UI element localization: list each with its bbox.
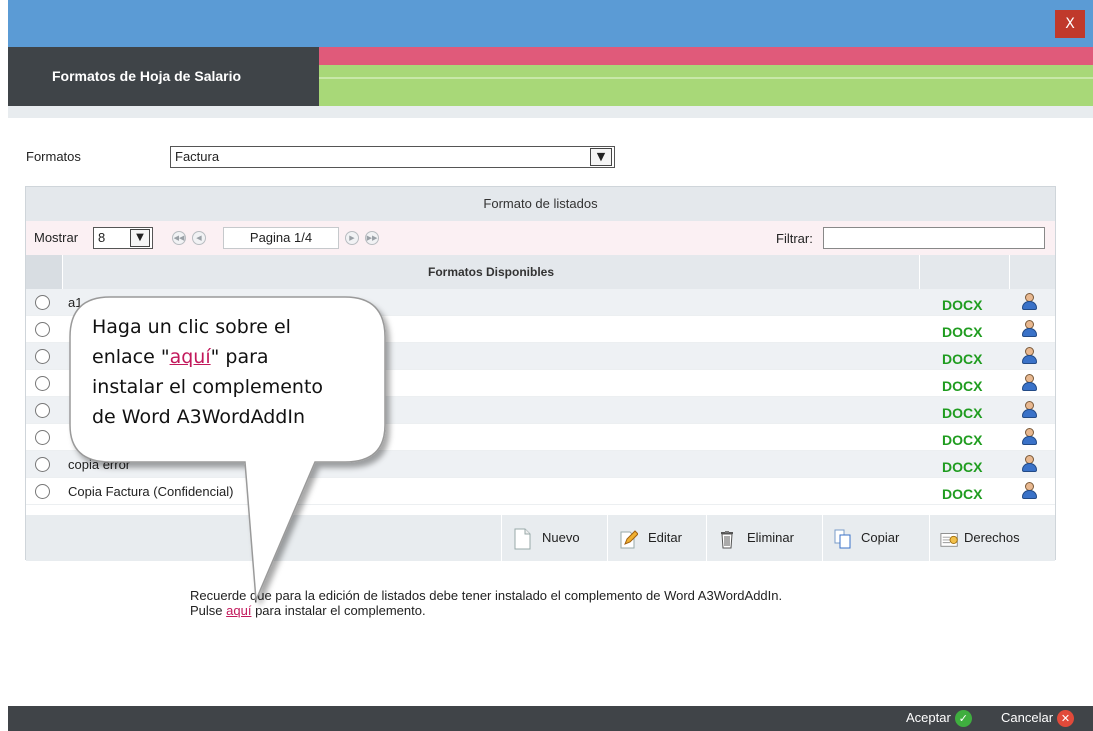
table-header: Formatos Disponibles [26, 255, 1055, 289]
mostrar-label: Mostrar [34, 230, 79, 245]
table-row[interactable]: Copia Factura (Confidencial) DOCX [26, 478, 1055, 505]
editar-button[interactable]: Editar [607, 515, 706, 561]
derechos-label: Derechos [964, 530, 1020, 545]
page-indicator: Pagina 1/4 [223, 227, 339, 249]
row-radio[interactable] [35, 295, 50, 310]
note-line-1: Recuerde que para la edición de listados… [190, 588, 783, 603]
title-bar: X [8, 0, 1093, 47]
copiar-button[interactable]: Copiar [822, 515, 929, 561]
check-icon: ✓ [954, 710, 972, 728]
copiar-label: Copiar [861, 530, 900, 545]
docx-badge[interactable]: DOCX [942, 378, 982, 394]
prev-page-icon[interactable]: ◀ [192, 231, 206, 245]
formatos-label: Formatos [26, 149, 81, 164]
eliminar-button[interactable]: Eliminar [706, 515, 822, 561]
row-radio[interactable] [35, 349, 50, 364]
nuevo-label: Nuevo [542, 530, 580, 545]
docx-badge[interactable]: DOCX [942, 324, 982, 340]
callout-text: Haga un clic sobre el enlace "aquí" para… [92, 316, 324, 428]
last-page-icon[interactable]: ▶▶ [365, 231, 379, 245]
row-name: Copia Factura (Confidencial) [68, 484, 234, 499]
row-name: a1 [68, 295, 83, 310]
permissions-icon [940, 533, 958, 547]
user-icon[interactable] [1021, 482, 1037, 500]
table-row[interactable]: copia error DOCX [26, 451, 1055, 478]
nuevo-button[interactable]: Nuevo [501, 515, 607, 561]
pencil-icon [620, 530, 638, 549]
docx-badge[interactable]: DOCX [942, 432, 982, 448]
page-size-select[interactable]: 8 ▼ [93, 227, 153, 249]
row-radio[interactable] [35, 322, 50, 337]
docx-badge[interactable]: DOCX [942, 405, 982, 421]
action-bar: Nuevo Editar Eliminar Copiar Derechos [26, 515, 1055, 561]
row-radio[interactable] [35, 430, 50, 445]
dialog-window: X Formatos de Hoja de Salario Formatos F… [0, 0, 1093, 731]
docx-badge[interactable]: DOCX [942, 486, 982, 502]
row-radio[interactable] [35, 403, 50, 418]
first-page-icon[interactable]: ◀◀ [172, 231, 186, 245]
addin-note: Recuerde que para la edición de listados… [190, 588, 782, 618]
user-icon[interactable] [1021, 320, 1037, 338]
filtrar-label: Filtrar: [776, 231, 813, 246]
row-name: copia error [68, 457, 131, 472]
user-icon[interactable] [1021, 374, 1037, 392]
row-radio[interactable] [35, 457, 50, 472]
user-icon[interactable] [1021, 455, 1037, 473]
page-size-value: 8 [98, 230, 106, 245]
header-stripe-pink [319, 47, 1093, 65]
page-title: Formatos de Hoja de Salario [8, 47, 319, 106]
user-icon[interactable] [1021, 293, 1037, 311]
column-header-formatos: Formatos Disponibles [62, 255, 920, 289]
next-page-icon[interactable]: ▶ [345, 231, 359, 245]
row-radio[interactable] [35, 484, 50, 499]
footer-bar: Aceptar ✓ Cancelar ✕ [8, 706, 1093, 731]
panel-title: Formato de listados [26, 187, 1055, 221]
callout-aqui-link: aquí [169, 346, 211, 368]
accept-button[interactable]: Aceptar ✓ [906, 710, 972, 728]
cancel-button[interactable]: Cancelar ✕ [1001, 710, 1075, 728]
docx-badge[interactable]: DOCX [942, 351, 982, 367]
docx-badge[interactable]: DOCX [942, 297, 982, 313]
user-icon[interactable] [1021, 347, 1037, 365]
aqui-link[interactable]: aquí [226, 603, 251, 618]
header-underline [8, 106, 1093, 118]
pagination-toolbar: Mostrar 8 ▼ ◀◀ ◀ Pagina 1/4 ▶ ▶▶ Filtrar… [26, 221, 1055, 255]
header-stripe-green [319, 65, 1093, 106]
eliminar-label: Eliminar [747, 530, 794, 545]
user-icon[interactable] [1021, 401, 1037, 419]
user-icon[interactable] [1021, 428, 1037, 446]
filtrar-input[interactable] [823, 227, 1045, 249]
trash-icon [721, 531, 733, 549]
note-line-2: Pulse aquí para instalar el complemento. [190, 603, 426, 618]
copy-icon [834, 529, 851, 549]
docx-badge[interactable]: DOCX [942, 459, 982, 475]
derechos-button[interactable]: Derechos [929, 515, 1055, 561]
chevron-down-icon[interactable]: ▼ [130, 229, 150, 247]
new-document-icon [514, 528, 531, 550]
header-band: Formatos de Hoja de Salario [8, 47, 1093, 106]
formatos-select[interactable]: Factura ▼ [170, 146, 615, 168]
formatos-select-value: Factura [175, 149, 220, 164]
row-radio[interactable] [35, 376, 50, 391]
close-circle-icon: ✕ [1057, 710, 1075, 728]
editar-label: Editar [648, 530, 682, 545]
close-button[interactable]: X [1055, 10, 1085, 38]
chevron-down-icon[interactable]: ▼ [590, 148, 612, 166]
